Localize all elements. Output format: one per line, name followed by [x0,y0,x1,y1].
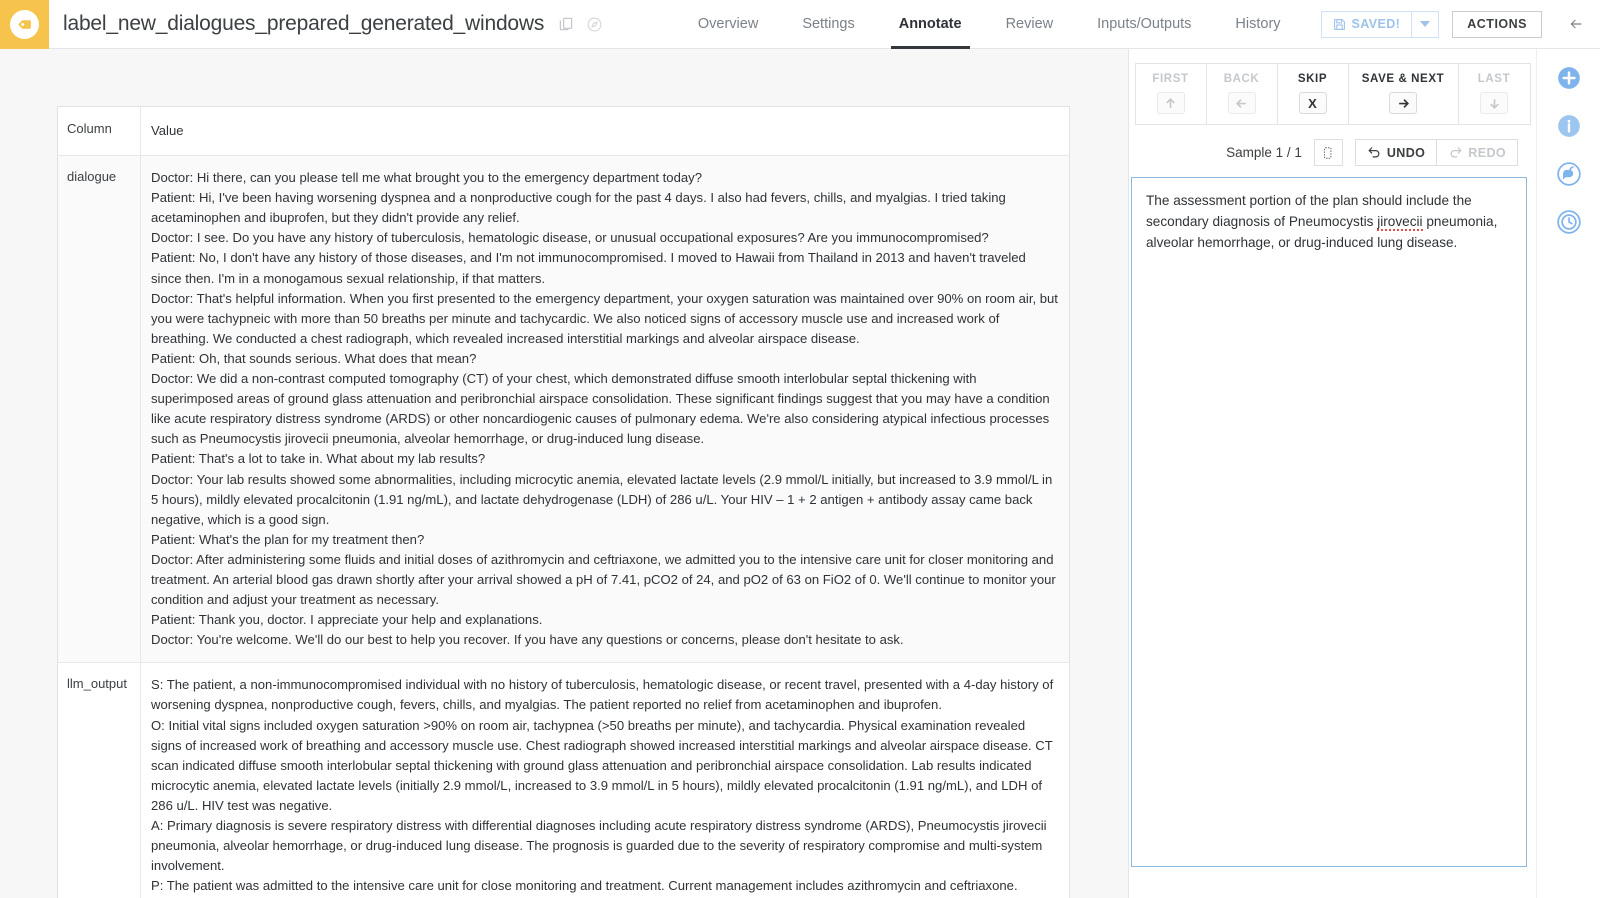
annotation-misspelled-word: jirovecii [1377,214,1423,231]
floppy-disk-icon [1333,18,1346,31]
tab-inputs-outputs[interactable]: Inputs/Outputs [1075,0,1213,49]
sample-data-table: Column Value dialogue Doctor: Hi there, … [57,106,1070,898]
tag-icon [10,9,39,39]
page-title: label_new_dialogues_prepared_generated_w… [63,12,545,35]
main-content-area: Column Value dialogue Doctor: Hi there, … [0,49,1128,898]
row-value-llm-output: S: The patient, a non-immunocompromised … [141,663,1069,898]
navigation-button-group: FIRST BACK SKIP X SAVE & NEXT LAST [1134,63,1531,125]
table-row: llm_output S: The patient, a non-immunoc… [58,663,1069,898]
dialogue-line: Doctor: We did a non-contrast computed t… [151,371,1050,447]
navigation-button-row: FIRST BACK SKIP X SAVE & NEXT LAST [1129,49,1536,125]
x-key-icon: X [1298,92,1327,114]
dialogue-line: Doctor: Your lab results showed some abn… [151,471,1053,527]
add-plus-icon[interactable] [1556,65,1582,91]
arrow-up-icon [1156,92,1185,114]
llm-output-line: A: Primary diagnosis is severe respirato… [151,818,1047,874]
last-label: LAST [1477,73,1511,85]
dialogue-line: Doctor: That's helpful information. When… [151,290,1058,346]
redo-label: REDO [1468,145,1506,160]
llm-output-line: O: Initial vital signs included oxygen s… [151,717,1053,813]
tab-review[interactable]: Review [984,0,1076,49]
tab-overview[interactable]: Overview [676,0,780,49]
table-header-row: Column Value [58,107,1069,157]
skip-sample-button[interactable]: SKIP X [1277,64,1349,124]
annotation-textarea[interactable]: The assessment portion of the plan shoul… [1131,177,1527,867]
first-sample-button[interactable]: FIRST [1135,64,1207,124]
header-column: Column [58,107,141,156]
compass-icon[interactable] [586,16,603,33]
undo-redo-group: UNDO REDO [1354,139,1518,166]
undo-arrow-icon [1367,145,1382,160]
collapse-panel-button[interactable] [1566,16,1586,32]
right-icon-rail [1536,49,1600,898]
dialogue-line: Patient: What's the plan for my treatmen… [151,531,425,547]
arrow-right-icon [1389,92,1417,114]
dialogue-line: Doctor: Hi there, can you please tell me… [151,170,702,186]
copy-icon[interactable] [558,16,574,32]
back-label: BACK [1223,73,1260,85]
app-logo[interactable] [0,0,49,49]
comments-icon[interactable] [1556,161,1582,187]
main-nav-tabs: Overview Settings Annotate Review Inputs… [676,0,1303,49]
info-icon[interactable] [1556,113,1582,139]
saved-button[interactable]: SAVED! [1320,10,1412,38]
annotation-panel: FIRST BACK SKIP X SAVE & NEXT LAST Sampl… [1128,49,1536,898]
save-and-next-button[interactable]: SAVE & NEXT [1348,64,1459,124]
saved-button-group: SAVED! [1320,10,1440,38]
header-value: Value [151,123,184,138]
tab-annotate[interactable]: Annotate [877,0,984,49]
actions-button[interactable]: ACTIONS [1452,10,1542,38]
tab-settings[interactable]: Settings [780,0,876,49]
dialogue-line: Patient: Hi, I've been having worsening … [151,190,1006,226]
redo-button[interactable]: REDO [1437,139,1518,166]
clipboard-icon[interactable] [1313,139,1343,166]
undo-button[interactable]: UNDO [1354,139,1438,166]
dialogue-line: Patient: No, I don't have any history of… [151,250,1026,286]
llm-output-line: P: The patient was admitted to the inten… [151,878,1018,894]
back-sample-button[interactable]: BACK [1206,64,1278,124]
sample-counter-row: Sample 1 / 1 UNDO REDO [1129,125,1536,177]
saved-label: SAVED! [1351,17,1401,31]
save-next-label: SAVE & NEXT [1361,73,1445,85]
row-value-dialogue: Doctor: Hi there, can you please tell me… [141,156,1069,662]
sample-counter: Sample 1 / 1 [1226,145,1302,160]
dialogue-line: Doctor: I see. Do you have any history o… [151,230,989,246]
top-bar: label_new_dialogues_prepared_generated_w… [0,0,1600,49]
dialogue-line: Doctor: After administering some fluids … [151,551,1056,608]
top-bar-actions: SAVED! ACTIONS [1320,10,1586,38]
llm-output-line: S: The patient, a non-immunocompromised … [151,677,1054,713]
redo-arrow-icon [1448,145,1463,160]
skip-label: SKIP [1297,73,1328,85]
dialogue-line: Patient: That's a lot to take in. What a… [151,451,486,467]
undo-label: UNDO [1386,145,1426,160]
table-row: dialogue Doctor: Hi there, can you pleas… [58,156,1069,664]
title-group: label_new_dialogues_prepared_generated_w… [63,12,603,36]
tab-history[interactable]: History [1213,0,1302,49]
row-column-name: dialogue [58,156,141,663]
last-sample-button[interactable]: LAST [1458,64,1530,124]
first-label: FIRST [1152,73,1189,85]
dialogue-line: Doctor: You're welcome. We'll do our bes… [151,632,904,648]
chevron-down-icon [1420,21,1431,27]
saved-dropdown-button[interactable] [1411,10,1440,38]
row-column-name: llm_output [58,663,141,898]
arrow-down-icon [1480,92,1508,114]
dialogue-line: Patient: Oh, that sounds serious. What d… [151,350,477,366]
history-clock-icon[interactable] [1556,209,1582,235]
dialogue-line: Patient: Thank you, doctor. I appreciate… [151,612,543,628]
arrow-left-icon [1227,92,1256,114]
